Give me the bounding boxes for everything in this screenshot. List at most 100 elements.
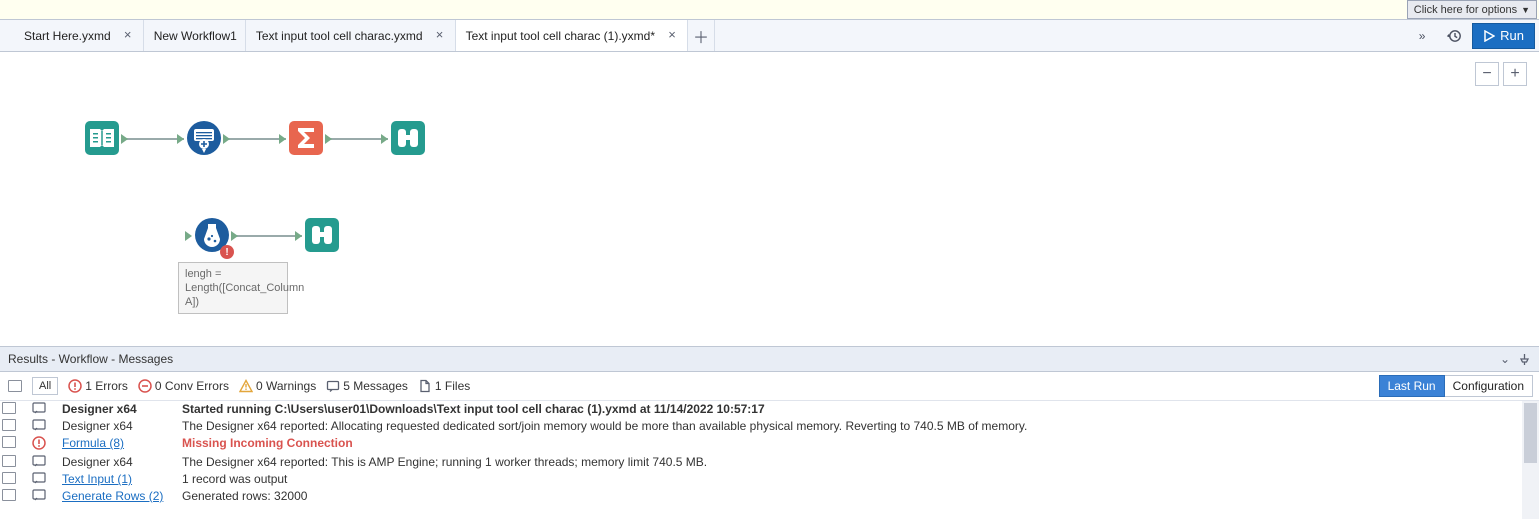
configuration-button[interactable]: Configuration	[1445, 375, 1533, 397]
formula-tool[interactable]: !	[194, 217, 230, 253]
play-icon	[1483, 30, 1495, 42]
zoom-in-button[interactable]: +	[1503, 62, 1527, 86]
messages-scrollbar[interactable]	[1522, 401, 1539, 519]
filter-messages[interactable]: 5 Messages	[326, 379, 408, 393]
summarize-tool[interactable]	[288, 120, 324, 156]
message-icon	[30, 454, 56, 471]
error-icon	[30, 435, 56, 454]
text-input-icon	[84, 120, 120, 156]
message-text: The Designer x64 reported: Allocating re…	[176, 418, 1539, 435]
message-source: Designer x64	[56, 401, 176, 418]
filter-label: 0 Conv Errors	[155, 379, 229, 393]
browse-tool[interactable]	[390, 120, 426, 156]
run-label: Run	[1500, 28, 1524, 43]
tool-annotation: lengh = Length([Concat_Column A])	[178, 262, 288, 314]
message-row[interactable]: Formula (8)Missing Incoming Connection	[0, 435, 1539, 454]
tab-label: Text input tool cell charac (1).yxmd*	[466, 29, 655, 43]
chevron-down-icon: ▼	[1521, 5, 1530, 15]
tab-strip: Start Here.yxmd × New Workflow1 Text inp…	[0, 20, 1539, 52]
connection-wire	[224, 138, 286, 140]
message-row[interactable]: Text Input (1)1 record was output	[0, 471, 1539, 488]
tab-2[interactable]: Text input tool cell charac.yxmd ×	[246, 20, 456, 51]
history-button[interactable]	[1440, 24, 1468, 48]
filter-files[interactable]: 1 Files	[418, 379, 470, 393]
conv-error-icon	[138, 379, 152, 393]
row-checkbox[interactable]	[2, 489, 16, 501]
error-icon	[68, 379, 82, 393]
zoom-out-button[interactable]: −	[1475, 62, 1499, 86]
browse-tool-2[interactable]	[304, 217, 340, 253]
message-row[interactable]: Generate Rows (2)Generated rows: 32000	[0, 488, 1539, 505]
tab-label: Start Here.yxmd	[24, 29, 111, 43]
message-row[interactable]: Designer x64The Designer x64 reported: A…	[0, 418, 1539, 435]
message-icon	[30, 488, 56, 505]
tab-label: Text input tool cell charac.yxmd	[256, 29, 423, 43]
row-checkbox[interactable]	[2, 402, 16, 414]
message-text: 1 record was output	[176, 471, 1539, 488]
error-badge-icon: !	[220, 245, 234, 259]
tab-label: New Workflow1	[154, 29, 237, 43]
run-button[interactable]: Run	[1472, 23, 1535, 49]
generate-rows-tool[interactable]	[186, 120, 222, 156]
history-icon	[1446, 28, 1462, 44]
file-icon	[418, 379, 432, 393]
overflow-button[interactable]: »	[1408, 24, 1436, 48]
filter-errors[interactable]: 1 Errors	[68, 379, 128, 393]
message-icon	[30, 401, 56, 418]
tab-0[interactable]: Start Here.yxmd ×	[14, 20, 144, 51]
pin-icon[interactable]	[1518, 353, 1531, 366]
generate-rows-icon	[186, 120, 222, 156]
filter-label: 1 Files	[435, 379, 470, 393]
text-input-tool[interactable]	[84, 120, 120, 156]
annotation-text: lengh = Length([Concat_Column A])	[185, 268, 304, 308]
chevrons-right-icon: »	[1419, 29, 1426, 43]
browse-icon	[304, 217, 340, 253]
row-checkbox[interactable]	[2, 455, 16, 467]
results-filter-bar: All 1 Errors 0 Conv Errors 0 Warnings 5 …	[0, 372, 1539, 401]
row-checkbox[interactable]	[2, 419, 16, 431]
message-row[interactable]: Designer x64Started running C:\Users\use…	[0, 401, 1539, 418]
close-icon[interactable]: ×	[433, 29, 447, 43]
message-icon	[30, 418, 56, 435]
results-header-title: Results - Workflow - Messages	[8, 352, 173, 366]
message-text: The Designer x64 reported: This is AMP E…	[176, 454, 1539, 471]
message-source: Designer x64	[56, 454, 176, 471]
filter-label: 5 Messages	[343, 379, 408, 393]
summarize-icon	[288, 120, 324, 156]
tab-1[interactable]: New Workflow1	[144, 20, 246, 51]
message-text: Generated rows: 32000	[176, 488, 1539, 505]
browse-icon	[390, 120, 426, 156]
close-icon[interactable]: ×	[121, 29, 135, 43]
options-dropdown-button[interactable]: Click here for options ▼	[1407, 0, 1537, 19]
message-row[interactable]: Designer x64The Designer x64 reported: T…	[0, 454, 1539, 471]
message-icon	[30, 471, 56, 488]
message-source[interactable]: Formula (8)	[56, 435, 176, 454]
messages-panel: Designer x64Started running C:\Users\use…	[0, 401, 1539, 519]
connection-wire	[232, 235, 302, 237]
connection-wire	[326, 138, 388, 140]
filter-all-button[interactable]: All	[32, 377, 58, 395]
close-icon[interactable]: ×	[665, 29, 679, 43]
filter-conv-errors[interactable]: 0 Conv Errors	[138, 379, 229, 393]
tab-3[interactable]: Text input tool cell charac (1).yxmd* ×	[456, 20, 688, 51]
filter-label: 0 Warnings	[256, 379, 316, 393]
message-source: Designer x64	[56, 418, 176, 435]
message-source[interactable]: Text Input (1)	[56, 471, 176, 488]
warning-icon	[239, 379, 253, 393]
connection-wire	[122, 138, 184, 140]
results-panel-header: Results - Workflow - Messages ⌄	[0, 347, 1539, 372]
message-text: Started running C:\Users\user01\Download…	[176, 401, 1539, 418]
last-run-button[interactable]: Last Run	[1379, 375, 1445, 397]
add-tab-button[interactable]: ＋	[688, 20, 715, 51]
message-text: Missing Incoming Connection	[176, 435, 1539, 454]
options-label: Click here for options	[1414, 4, 1517, 16]
workflow-canvas[interactable]: − +	[0, 52, 1539, 347]
filter-warnings[interactable]: 0 Warnings	[239, 379, 316, 393]
message-icon	[326, 379, 340, 393]
row-checkbox[interactable]	[2, 472, 16, 484]
filter-label: 1 Errors	[85, 379, 128, 393]
message-source[interactable]: Generate Rows (2)	[56, 488, 176, 505]
row-checkbox[interactable]	[2, 436, 16, 448]
select-all-checkbox[interactable]	[8, 380, 22, 392]
chevron-down-icon[interactable]: ⌄	[1500, 352, 1510, 366]
